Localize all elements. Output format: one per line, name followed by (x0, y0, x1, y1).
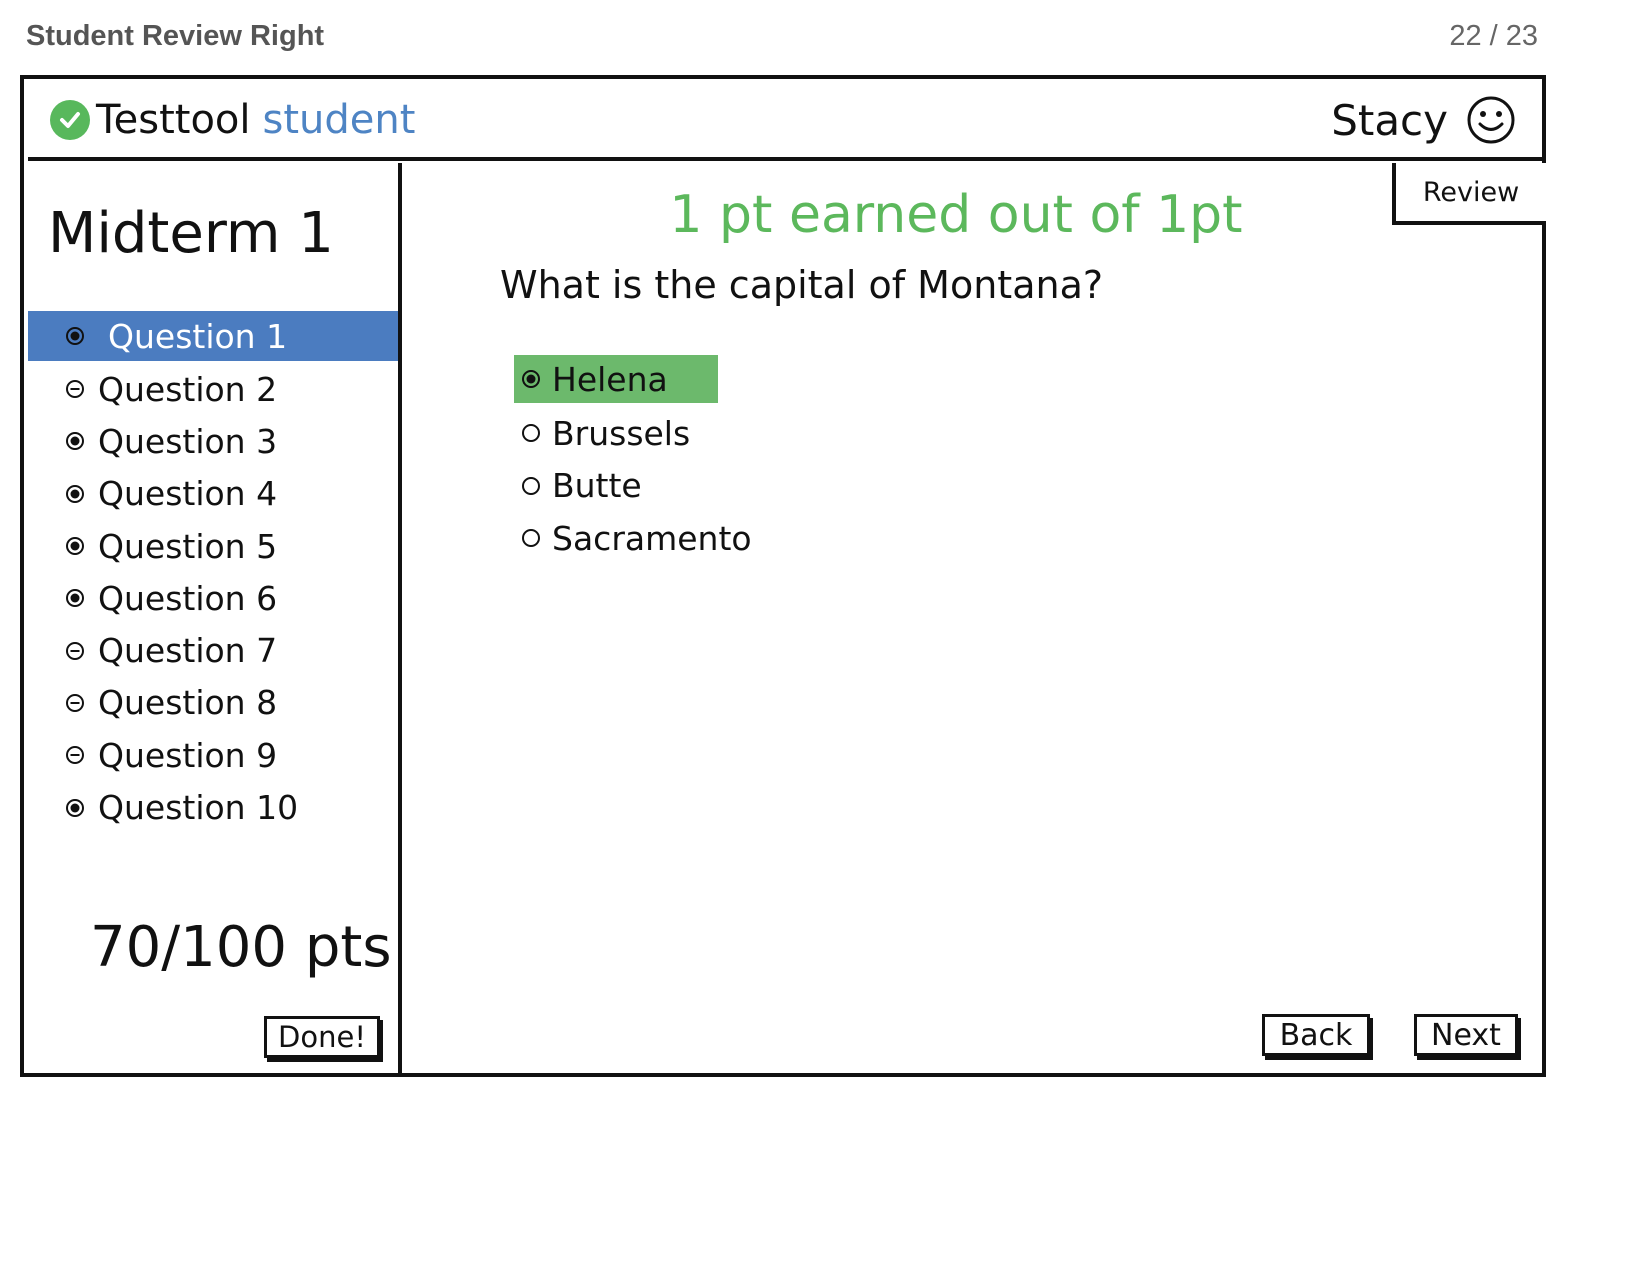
minus-circle-icon (64, 744, 90, 766)
page-title: Student Review Right (26, 20, 325, 52)
radio-filled-icon (520, 368, 544, 390)
app-role: student (262, 97, 416, 143)
next-button[interactable]: Next (1414, 1014, 1518, 1056)
total-score: 70/100 pts (90, 915, 392, 980)
sidebar-item-question-7[interactable]: Question 7 (28, 624, 398, 676)
sidebar-item-label: Question 10 (98, 788, 299, 828)
sidebar-item-label: Question 1 (108, 316, 288, 356)
answer-option-label: Brussels (552, 413, 691, 453)
sidebar-item-label: Question 7 (98, 631, 278, 671)
user-name: Stacy (1331, 95, 1448, 145)
smiley-avatar-icon (1466, 95, 1516, 145)
radio-filled-icon (64, 797, 90, 819)
radio-filled-icon (64, 430, 90, 452)
sidebar-item-question-5[interactable]: Question 5 (28, 520, 398, 572)
radio-filled-icon (64, 535, 90, 557)
minus-circle-icon (64, 640, 90, 662)
app-header: Testtool student Stacy (28, 83, 1546, 161)
app-name: Testtool (96, 97, 251, 143)
radio-empty-icon (520, 527, 544, 549)
radio-filled-icon (64, 325, 90, 347)
sidebar-item-label: Question 2 (98, 369, 278, 409)
radio-empty-icon (520, 422, 544, 444)
exam-title: Midterm 1 (48, 201, 334, 266)
answer-options: Helena Brussels Butte Sacramento (514, 355, 752, 565)
check-circle-icon (50, 100, 90, 140)
sidebar-item-question-9[interactable]: Question 9 (28, 729, 398, 781)
answer-option-label: Helena (552, 359, 668, 399)
app-window: Testtool student Stacy Midterm 1 Questio… (20, 75, 1546, 1077)
question-text: What is the capital of Montana? (500, 263, 1104, 307)
answer-option-label: Sacramento (552, 518, 752, 558)
question-sidebar: Midterm 1 Question 1 Question 2 Question 3… (28, 163, 402, 1073)
sidebar-item-label: Question 4 (98, 474, 278, 514)
answer-option-label: Butte (552, 466, 642, 506)
sidebar-item-question-10[interactable]: Question 10 (28, 781, 398, 833)
question-panel: Review 1 pt earned out of 1pt What is th… (406, 163, 1546, 1073)
sidebar-item-question-4[interactable]: Question 4 (28, 468, 398, 520)
answer-option[interactable]: Helena (514, 355, 718, 403)
app-logo: Testtool student (50, 97, 415, 143)
sidebar-item-label: Question 5 (98, 526, 278, 566)
user-menu[interactable]: Stacy (1331, 95, 1516, 145)
sidebar-item-question-2[interactable]: Question 2 (28, 363, 398, 415)
sidebar-item-label: Question 9 (98, 735, 278, 775)
done-button[interactable]: Done! (264, 1016, 380, 1058)
question-list: Question 1 Question 2 Question 3 Question 4… (28, 311, 398, 834)
minus-circle-icon (64, 378, 90, 400)
back-button[interactable]: Back (1262, 1014, 1370, 1056)
sidebar-item-question-1[interactable]: Question 1 (28, 311, 398, 361)
radio-filled-icon (64, 483, 90, 505)
radio-empty-icon (520, 475, 544, 497)
answer-option[interactable]: Butte (514, 460, 752, 513)
sidebar-item-question-8[interactable]: Question 8 (28, 677, 398, 729)
sidebar-item-label: Question 3 (98, 421, 278, 461)
answer-option[interactable]: Brussels (514, 407, 752, 460)
minus-circle-icon (64, 692, 90, 714)
radio-filled-icon (64, 587, 90, 609)
sidebar-item-label: Question 6 (98, 578, 278, 618)
sidebar-item-question-6[interactable]: Question 6 (28, 572, 398, 624)
sidebar-item-label: Question 8 (98, 683, 278, 723)
page-counter: 22 / 23 (1449, 20, 1538, 52)
answer-option[interactable]: Sacramento (514, 512, 752, 565)
sidebar-item-question-3[interactable]: Question 3 (28, 415, 398, 467)
question-score: 1 pt earned out of 1pt (669, 185, 1243, 245)
